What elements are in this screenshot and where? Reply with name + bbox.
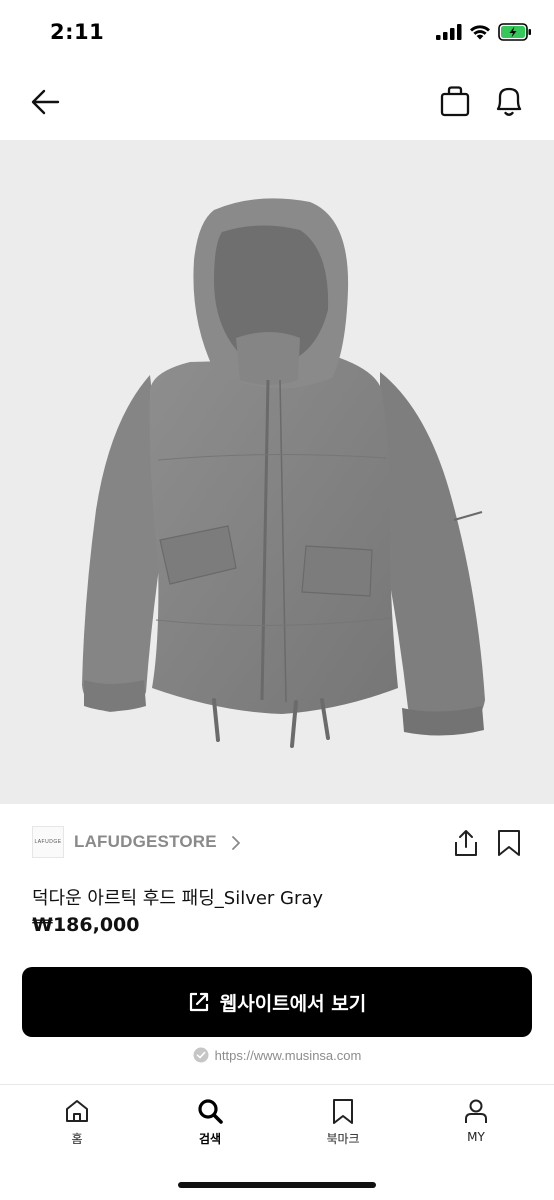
nav-bookmark-label: 북마크	[326, 1132, 360, 1146]
shopping-bag-button[interactable]	[436, 83, 474, 121]
status-icons	[436, 23, 532, 41]
source-url: https://www.musinsa.com	[214, 1047, 362, 1063]
store-name-link[interactable]: LAFUDGESTORE	[74, 832, 217, 852]
battery-icon	[498, 23, 531, 41]
source-url-row: https://www.musinsa.com	[0, 1044, 554, 1066]
product-title: 덕다운 아르틱 후드 패딩_Silver Gray	[32, 888, 324, 909]
status-time: 2:11	[50, 20, 105, 44]
nav-my[interactable]: MY	[436, 1097, 516, 1153]
nav-search[interactable]: 검색	[170, 1097, 250, 1153]
search-icon	[198, 1099, 223, 1124]
top-app-bar	[0, 66, 554, 138]
signal-icon	[436, 24, 462, 40]
view-website-button[interactable]: 웹사이트에서 보기	[22, 967, 532, 1037]
bell-icon	[496, 87, 522, 116]
arrow-left-icon	[31, 89, 60, 115]
shopping-bag-icon	[440, 86, 470, 117]
share-button[interactable]	[452, 828, 480, 858]
bottom-navigation: 홈 검색 북마크 MY	[0, 1085, 554, 1165]
external-link-icon	[189, 992, 208, 1012]
user-icon	[465, 1099, 487, 1123]
store-logo-text: LAFUDGE	[34, 839, 62, 845]
nav-my-label: MY	[467, 1130, 485, 1144]
back-button[interactable]	[26, 84, 68, 120]
bookmark-button[interactable]	[496, 829, 522, 857]
status-bar: 2:11	[0, 0, 554, 66]
view-website-label: 웹사이트에서 보기	[219, 992, 367, 1015]
store-row: LAFUDGE LAFUDGESTORE	[32, 824, 532, 862]
check-circle-icon	[193, 1047, 209, 1063]
nav-home[interactable]: 홈	[37, 1097, 117, 1153]
product-price: ₩186,000	[32, 914, 140, 936]
bookmark-icon	[333, 1099, 353, 1124]
chevron-right-icon[interactable]	[230, 834, 242, 852]
home-icon	[66, 1100, 88, 1122]
nav-search-label: 검색	[198, 1132, 222, 1146]
store-logo[interactable]: LAFUDGE	[32, 826, 64, 858]
notifications-button[interactable]	[490, 82, 528, 120]
product-image[interactable]	[0, 140, 554, 804]
wifi-icon	[470, 25, 490, 40]
share-icon	[455, 830, 477, 856]
puffer-jacket-image	[82, 198, 485, 748]
nav-home-label: 홈	[71, 1132, 83, 1146]
nav-bookmark[interactable]: 북마크	[303, 1097, 383, 1153]
bookmark-icon	[498, 830, 520, 856]
home-indicator	[178, 1182, 376, 1188]
